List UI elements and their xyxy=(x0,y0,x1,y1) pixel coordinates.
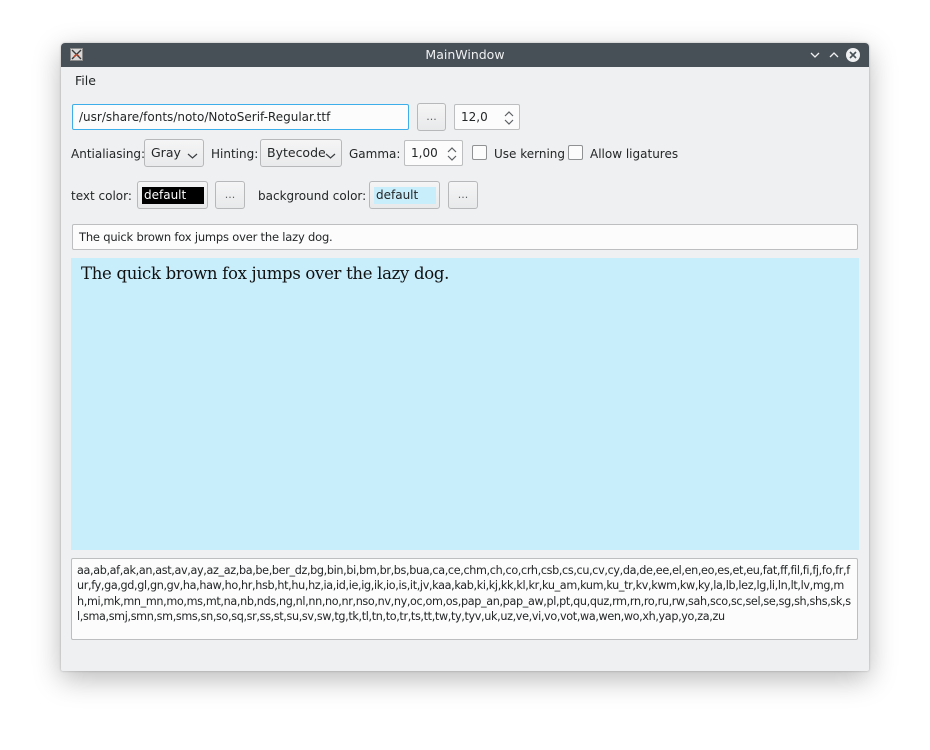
supported-languages-textbox[interactable]: aa,ab,af,ak,an,ast,av,ay,az_az,ba,be,ber… xyxy=(71,558,858,640)
supported-languages-text: aa,ab,af,ak,an,ast,av,ay,az_az,ba,be,ber… xyxy=(77,564,851,623)
menu-bar: File xyxy=(61,67,869,93)
allow-ligatures-checkbox[interactable] xyxy=(568,145,583,160)
text-color-label: text color: xyxy=(71,189,132,203)
font-preview-area: The quick brown fox jumps over the lazy … xyxy=(71,258,859,550)
use-kerning-label[interactable]: Use kerning xyxy=(494,147,565,161)
browse-font-button[interactable]: ... xyxy=(417,103,446,131)
chevron-down-icon xyxy=(325,148,336,163)
text-color-field[interactable]: default xyxy=(137,181,208,209)
antialiasing-value: Gray xyxy=(151,145,181,160)
spin-arrows-icon[interactable] xyxy=(446,145,458,166)
minimize-icon[interactable] xyxy=(807,47,823,63)
antialiasing-label: Antialiasing: xyxy=(71,147,146,161)
chevron-down-icon xyxy=(187,148,198,163)
spin-arrows-icon[interactable] xyxy=(503,109,515,130)
gamma-value: 1,00 xyxy=(411,146,438,160)
title-bar[interactable]: MainWindow xyxy=(61,43,869,67)
font-path-value: /usr/share/fonts/noto/NotoSerif-Regular.… xyxy=(79,110,331,124)
maximize-icon[interactable] xyxy=(826,47,842,63)
antialiasing-combobox[interactable]: Gray xyxy=(144,139,204,167)
background-color-label: background color: xyxy=(258,189,367,203)
hinting-combobox[interactable]: Bytecode xyxy=(260,139,342,167)
font-size-spinbox[interactable]: 12,0 xyxy=(454,104,520,130)
background-color-browse-button[interactable]: ... xyxy=(448,181,478,209)
background-color-field[interactable]: default xyxy=(369,181,440,209)
gamma-label: Gamma: xyxy=(349,147,401,161)
hinting-label: Hinting: xyxy=(211,147,259,161)
close-icon[interactable] xyxy=(845,47,861,63)
gamma-spinbox[interactable]: 1,00 xyxy=(404,140,463,166)
font-path-input[interactable]: /usr/share/fonts/noto/NotoSerif-Regular.… xyxy=(72,104,409,130)
use-kerning-checkbox[interactable] xyxy=(472,145,487,160)
font-size-value: 12,0 xyxy=(461,110,488,124)
sample-text-value: The quick brown fox jumps over the lazy … xyxy=(79,230,333,244)
sample-text-input[interactable]: The quick brown fox jumps over the lazy … xyxy=(72,224,858,250)
menu-file[interactable]: File xyxy=(75,73,96,88)
hinting-value: Bytecode xyxy=(267,145,326,160)
preview-sample-text: The quick brown fox jumps over the lazy … xyxy=(81,264,450,283)
text-color-browse-button[interactable]: ... xyxy=(215,181,245,209)
text-color-value: default xyxy=(142,187,204,204)
allow-ligatures-label[interactable]: Allow ligatures xyxy=(590,147,678,161)
main-window: MainWindow File /usr/share/fonts/noto/No… xyxy=(61,43,869,671)
window-title: MainWindow xyxy=(425,47,505,62)
background-color-value: default xyxy=(374,187,436,204)
